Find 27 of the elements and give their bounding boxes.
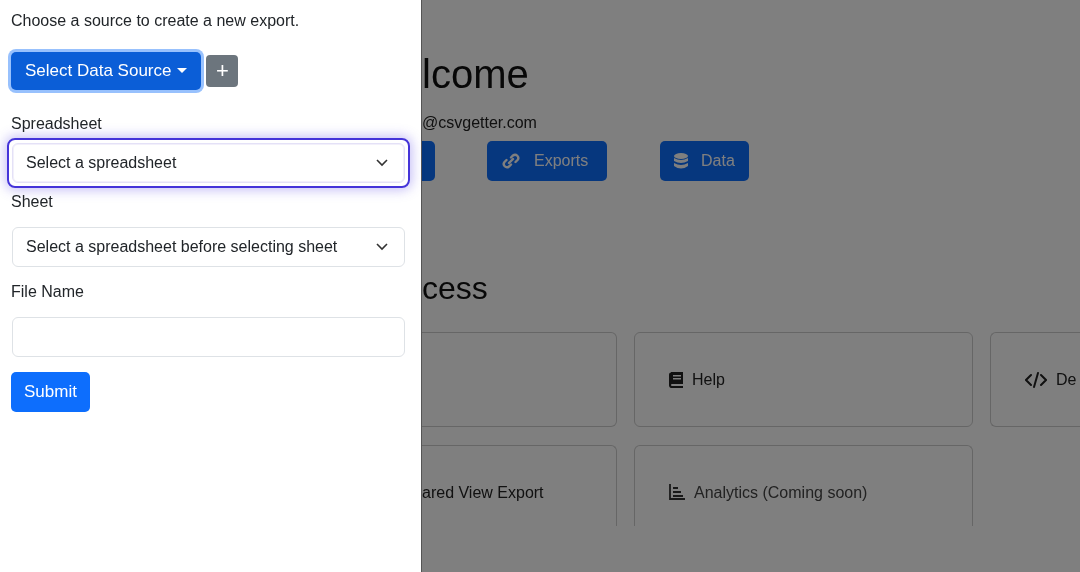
file-name-input[interactable]: [12, 317, 405, 357]
panel-intro: Choose a source to create a new export.: [11, 11, 301, 31]
data-source-dropdown[interactable]: Select Data Source: [11, 52, 202, 90]
field-label: File Name: [11, 282, 85, 302]
card[interactable]: Help: [634, 332, 973, 427]
chart-icon: [669, 484, 685, 500]
code-icon: [1025, 371, 1047, 388]
select-field[interactable]: Select a spreadsheet: [12, 143, 405, 183]
add-button[interactable]: +: [206, 55, 239, 87]
submit-button[interactable]: Submit: [11, 372, 90, 412]
link-icon: [501, 153, 521, 169]
card[interactable]: De: [990, 332, 1080, 427]
section-heading: cess: [422, 269, 489, 307]
database-icon: [674, 153, 688, 169]
nav-button[interactable]: Exports: [487, 141, 607, 181]
field-label: Sheet: [11, 192, 54, 212]
field-label: Spreadsheet: [11, 114, 103, 134]
page-heading: lcome: [422, 51, 530, 98]
book-icon: [669, 371, 683, 388]
user-email: @csvgetter.com: [422, 113, 538, 133]
chevron-icon: [376, 243, 388, 251]
nav-button[interactable]: [422, 141, 435, 181]
chevron-icon: [376, 159, 388, 167]
select-field[interactable]: Select a spreadsheet before selecting sheet: [12, 227, 405, 267]
nav-button[interactable]: Data: [660, 141, 749, 181]
card[interactable]: Analytics (Coming soon): [634, 445, 973, 526]
caret-icon: [177, 68, 188, 74]
